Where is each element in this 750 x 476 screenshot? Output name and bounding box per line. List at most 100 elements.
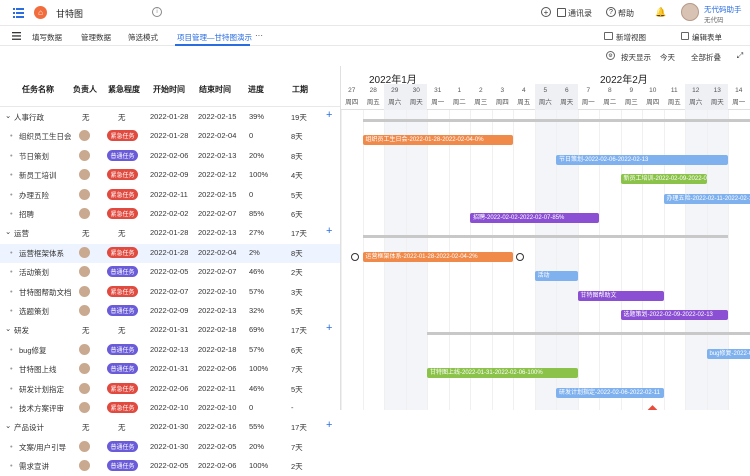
end-date[interactable]: 2022-02-13	[198, 306, 242, 315]
urgency-badge[interactable]: 普通任务	[107, 460, 138, 471]
col-header-owner[interactable]: 负责人	[73, 84, 97, 95]
col-header-urgency[interactable]: 紧急程度	[108, 84, 140, 95]
group-summary-bar[interactable]	[363, 235, 729, 238]
end-date[interactable]: 2022-02-18	[198, 325, 242, 334]
progress-value[interactable]: 0	[249, 403, 253, 412]
tab-fill-data[interactable]: 填写数据	[32, 32, 62, 43]
end-date[interactable]: 2022-02-06	[198, 364, 242, 373]
resize-handle-right[interactable]	[516, 253, 524, 261]
tab-manage-data[interactable]: 管理数据	[81, 32, 111, 43]
owner-avatar[interactable]	[79, 286, 90, 297]
start-date[interactable]: 2022-01-28	[150, 248, 188, 257]
user-avatar[interactable]	[681, 3, 699, 21]
expand-caret-icon[interactable]: ⌄	[5, 421, 11, 430]
start-date[interactable]: 2022-01-31	[150, 364, 188, 373]
progress-value[interactable]: 39%	[249, 112, 264, 121]
progress-value[interactable]: 85%	[249, 209, 264, 218]
by-day-button[interactable]: 按天显示	[621, 52, 651, 63]
start-date[interactable]: 2022-02-05	[150, 267, 188, 276]
end-date[interactable]: 2022-02-10	[198, 403, 242, 412]
col-header-duration[interactable]: 工期	[292, 84, 308, 95]
bell-icon[interactable]: 🔔	[656, 7, 666, 18]
urgency-badge[interactable]: 普通任务	[107, 150, 138, 161]
task-name[interactable]: 组织员工生日会	[19, 131, 71, 142]
task-name[interactable]: 运营	[14, 228, 66, 239]
task-bar[interactable]: 运营框架体系-2022-01-28-2022-02-04-2%	[363, 252, 514, 262]
expand-icon[interactable]: ⤢	[736, 52, 744, 60]
task-name[interactable]: 人事行政	[14, 112, 66, 123]
expand-caret-icon[interactable]: ⌄	[5, 227, 11, 236]
add-icon[interactable]: +	[326, 109, 332, 121]
task-name[interactable]: 研发计划指定	[19, 384, 71, 395]
end-date[interactable]: 2022-02-13	[198, 228, 242, 237]
end-date[interactable]: 2022-02-13	[198, 151, 242, 160]
task-row[interactable]: •招聘紧急任务2022-02-022022-02-0785%6天	[0, 205, 340, 224]
help-icon[interactable]: ?	[606, 7, 616, 17]
task-name[interactable]: bug修复	[19, 345, 71, 356]
menu-icon[interactable]	[12, 7, 24, 19]
group-row[interactable]: ⌄人事行政无无2022-01-282022-02-1539%19天+	[0, 108, 340, 127]
task-bar[interactable]: 甘特图帮助文	[578, 291, 664, 301]
progress-value[interactable]: 57%	[249, 345, 264, 354]
progress-value[interactable]: 27%	[249, 228, 264, 237]
owner-avatar[interactable]	[79, 130, 90, 141]
end-date[interactable]: 2022-02-07	[198, 209, 242, 218]
task-name[interactable]: 甘特图上线	[19, 364, 71, 375]
task-row[interactable]: •技术方案评审紧急任务2022-02-102022-02-100-	[0, 399, 340, 418]
end-date[interactable]: 2022-02-15	[198, 112, 242, 121]
end-date[interactable]: 2022-02-18	[198, 345, 242, 354]
task-name[interactable]: 活动策划	[19, 267, 71, 278]
progress-value[interactable]: 20%	[249, 151, 264, 160]
task-row[interactable]: •bug修复普通任务2022-02-132022-02-1857%6天	[0, 341, 340, 360]
task-row[interactable]: •研发计划指定紧急任务2022-02-062022-02-1146%5天	[0, 380, 340, 399]
col-header-progress[interactable]: 进度	[248, 84, 264, 95]
progress-value[interactable]: 46%	[249, 384, 264, 393]
tab-more-icon[interactable]: ···	[255, 31, 263, 40]
task-name[interactable]: 技术方案评审	[19, 403, 71, 414]
today-button[interactable]: 今天	[660, 52, 675, 63]
task-bar[interactable]: bug修复-2022-02-13-2022-02-18	[707, 349, 750, 359]
task-bar[interactable]: 办理五险-2022-02-11-2022-02-15	[664, 194, 750, 204]
progress-value[interactable]: 100%	[249, 170, 268, 179]
task-name[interactable]: 产品设计	[14, 422, 66, 433]
task-name[interactable]: 需求宣讲	[19, 461, 71, 472]
start-date[interactable]: 2022-02-02	[150, 209, 188, 218]
expand-caret-icon[interactable]: ⌄	[5, 324, 11, 333]
progress-value[interactable]: 46%	[249, 267, 264, 276]
progress-value[interactable]: 20%	[249, 442, 264, 451]
task-row[interactable]: •甘特图上线普通任务2022-01-312022-02-06100%7天	[0, 360, 340, 379]
contacts-icon[interactable]	[557, 8, 566, 17]
task-bar[interactable]: 新员工培训-2022-02-09-2022-02-12	[621, 174, 707, 184]
task-name[interactable]: 甘特图帮助文档	[19, 287, 71, 298]
group-row[interactable]: ⌄运营无无2022-01-282022-02-1327%17天+	[0, 224, 340, 243]
start-date[interactable]: 2022-01-30	[150, 442, 188, 451]
end-date[interactable]: 2022-02-05	[198, 442, 242, 451]
progress-value[interactable]: 0	[249, 131, 253, 140]
urgency-badge[interactable]: 紧急任务	[107, 383, 138, 394]
urgency-badge[interactable]: 紧急任务	[107, 169, 138, 180]
task-bar[interactable]: 组织员工生日会-2022-01-28-2022-02-04-0%	[363, 135, 514, 145]
start-date[interactable]: 2022-02-13	[150, 345, 188, 354]
start-date[interactable]: 2022-01-28	[150, 131, 188, 140]
start-date[interactable]: 2022-01-28	[150, 228, 188, 237]
urgency-badge[interactable]: 紧急任务	[107, 208, 138, 219]
task-row[interactable]: •活动策划普通任务2022-02-052022-02-0746%2天	[0, 263, 340, 282]
task-bar[interactable]: 活动	[535, 271, 578, 281]
start-date[interactable]: 2022-01-31	[150, 325, 188, 334]
owner-avatar[interactable]	[79, 344, 90, 355]
group-summary-bar[interactable]	[427, 332, 750, 335]
owner-avatar[interactable]	[79, 208, 90, 219]
urgency-badge[interactable]: 普通任务	[107, 363, 138, 374]
edit-form-button[interactable]: 编辑表单	[692, 32, 722, 43]
end-date[interactable]: 2022-02-16	[198, 422, 242, 431]
start-date[interactable]: 2022-02-11	[150, 190, 188, 199]
group-row[interactable]: ⌄产品设计无无2022-01-302022-02-1655%17天+	[0, 418, 340, 437]
home-icon[interactable]: ⌂	[34, 6, 47, 19]
task-bar[interactable]: 节日策划-2022-02-06-2022-02-13	[556, 155, 728, 165]
task-name[interactable]: 节日策划	[19, 151, 71, 162]
end-date[interactable]: 2022-02-10	[198, 287, 242, 296]
urgency-badge[interactable]: 紧急任务	[107, 402, 138, 413]
progress-value[interactable]: 69%	[249, 325, 264, 334]
owner-avatar[interactable]	[79, 189, 90, 200]
task-name[interactable]: 选题策划	[19, 306, 71, 317]
